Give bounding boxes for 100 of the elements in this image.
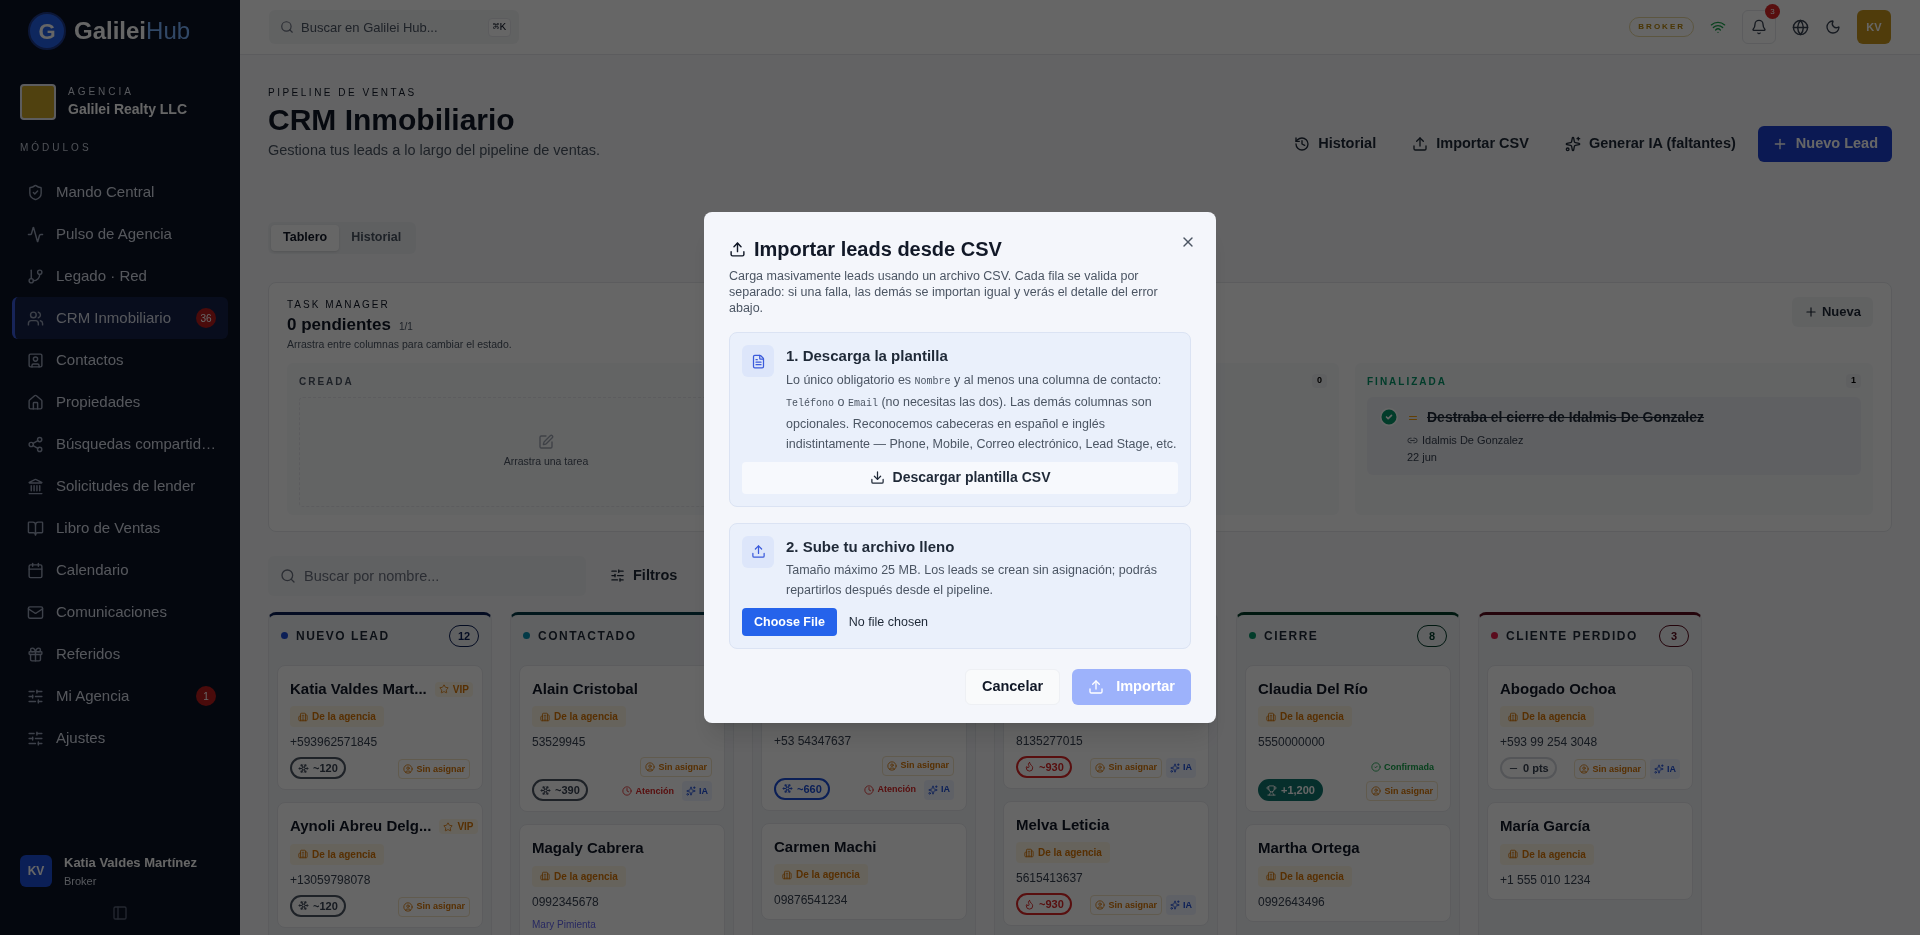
header-action-button[interactable]: Nuevo Lead: [1757, 125, 1892, 162]
score-badge: ~120: [290, 757, 346, 780]
lead-phone: 53529945: [532, 734, 587, 752]
score-badge: +1,200: [1258, 779, 1323, 802]
agency-tag: De la agencia: [532, 706, 626, 728]
pending-count: 0 pendientes: [287, 313, 391, 336]
task-column-count: 1: [1846, 374, 1861, 388]
stage-title: CIERRE: [1264, 627, 1319, 645]
lead-card[interactable]: Alain Cristobal De la agencia 53529945 ~390 Sin asignar Atención IA: [519, 664, 725, 813]
sidebar-item[interactable]: Búsquedas compartid…: [12, 423, 228, 465]
lead-card[interactable]: Melva Leticia De la agencia 5615413637 ~930 Sin asignar IA: [1003, 800, 1209, 927]
edit-icon: [538, 434, 554, 451]
user-avatar[interactable]: KV: [1857, 10, 1891, 44]
new-task-button[interactable]: Nueva: [1791, 296, 1873, 327]
step-title: 2. Sube tu archivo lleno: [786, 536, 956, 557]
sidebar-item[interactable]: Referidos: [12, 633, 228, 675]
upload-icon: [729, 240, 746, 258]
upload-icon: [1088, 679, 1105, 695]
status-badge: IA: [682, 781, 712, 802]
empty-hint: Arrastra una tarea: [503, 454, 589, 470]
task-column-count: 0: [1312, 374, 1327, 388]
building-icon: [782, 869, 792, 880]
lead-phone: +593 99 254 3048: [1500, 734, 1599, 752]
nav-icon: [27, 645, 44, 663]
person-icon: [1095, 762, 1106, 773]
sidebar-item[interactable]: Contactos: [12, 339, 228, 381]
star-icon: [443, 821, 454, 832]
sidebar-item[interactable]: Libro de Ventas: [12, 507, 228, 549]
person-icon: [887, 760, 898, 771]
view-tab[interactable]: Tablero: [271, 224, 340, 251]
agency-tag: De la agencia: [1500, 843, 1594, 865]
snowflake-icon: [782, 783, 793, 795]
lead-phone: 8135277015: [1016, 732, 1084, 750]
sparkles-icon: [1564, 135, 1581, 152]
header-action-button[interactable]: Generar IA (faltantes): [1550, 125, 1750, 162]
sidebar-item[interactable]: Propiedades: [12, 381, 228, 423]
lead-name: Carmen Machi: [774, 836, 877, 857]
clock-icon: [622, 786, 633, 797]
view-tab[interactable]: Historial: [339, 224, 414, 251]
sidebar-item[interactable]: Ajustes: [12, 717, 228, 759]
choose-file-button[interactable]: Choose File: [742, 608, 837, 636]
building-icon: [1266, 871, 1276, 882]
sidebar-item[interactable]: Solicitudes de lender: [12, 465, 228, 507]
agency-tag: De la agencia: [774, 864, 868, 886]
task-column-title: FINALIZADA: [1367, 374, 1447, 389]
task-contact: Idalmis De Gonzalez: [1422, 433, 1524, 448]
status-badge: IA: [1166, 895, 1196, 916]
sidebar-item[interactable]: Pulso de Agencia: [12, 213, 228, 255]
sidebar-item[interactable]: Comunicaciones: [12, 591, 228, 633]
lead-card[interactable]: María García De la agencia +1 555 010 1234: [1487, 802, 1693, 900]
page-subtitle: Gestiona tus leads a lo largo del pipeline de ventas.: [268, 141, 601, 160]
lead-name: Katia Valdes Mart...: [290, 678, 427, 699]
download-template-button[interactable]: Descargar plantilla CSV: [742, 461, 1178, 494]
sidebar-item[interactable]: Mando Central: [12, 171, 228, 213]
lead-card[interactable]: Katia Valdes Mart... VIP De la agencia +593962571845 ~120 Sin asignar: [277, 664, 483, 791]
task-card[interactable]: Destraba el cierre de Idalmis De Gonzalez Idalmis De Gonzalez 22 jun: [1367, 397, 1861, 475]
check-circle-icon[interactable]: [1379, 407, 1399, 427]
cancel-button[interactable]: Cancelar: [964, 669, 1061, 705]
lead-phone: +593962571845: [290, 734, 379, 752]
agency-tag: De la agencia: [1016, 842, 1110, 864]
status-badge: Sin asignar: [398, 896, 470, 917]
panel-label: TASK MANAGER: [287, 297, 391, 312]
lead-card[interactable]: Abogado Ochoa De la agencia +593 99 254 3048 0 pts Sin asignar IA: [1487, 664, 1693, 791]
agency-tag: De la agencia: [1500, 706, 1594, 728]
agency-tag: De la agencia: [290, 706, 384, 728]
lead-phone: +1 555 010 1234: [1500, 871, 1592, 889]
building-icon: [1266, 711, 1276, 722]
sidebar-item[interactable]: Calendario: [12, 549, 228, 591]
status-label: Atención: [860, 779, 920, 800]
agency-tag: De la agencia: [532, 865, 626, 887]
lead-phone: 0992345678: [532, 893, 600, 911]
lead-name: Alain Cristobal: [532, 678, 638, 699]
dark-mode-icon[interactable]: [1825, 19, 1841, 35]
vip-badge: VIP: [439, 819, 478, 834]
filters-button[interactable]: Filtros: [598, 555, 690, 596]
lead-phone: 5550000000: [1258, 734, 1326, 752]
language-icon[interactable]: [1792, 18, 1809, 36]
sidebar-item[interactable]: CRM Inmobiliario 36: [12, 297, 228, 339]
status-badge: IA: [1166, 757, 1196, 778]
lead-card[interactable]: Carmen Machi De la agencia 09876541234: [761, 822, 967, 921]
logo-suffix: Hub: [146, 16, 191, 46]
lead-card[interactable]: Magaly Cabrera De la agencia 0992345678 Mary Pimienta: [519, 824, 725, 935]
nav-icon: [27, 351, 44, 369]
building-icon: [1508, 711, 1518, 722]
person-icon: [403, 901, 414, 912]
agency-tag: De la agencia: [290, 843, 384, 865]
sidebar-item[interactable]: Legado · Red: [12, 255, 228, 297]
lead-card[interactable]: Aynoli Abreu Delg... VIP De la agencia +13059798078 ~120 Sin asignar: [277, 802, 483, 928]
sidebar-item[interactable]: Mi Agencia 1: [12, 675, 228, 717]
logo-name: Galilei: [74, 16, 147, 46]
status-label: Confirmada: [1367, 757, 1438, 778]
building-icon: [540, 871, 550, 882]
file-status: No file chosen: [848, 613, 929, 631]
person-icon: [403, 764, 414, 775]
header-action-button[interactable]: Importar CSV: [1398, 125, 1543, 162]
stage-title: CONTACTADO: [538, 627, 637, 645]
lead-card[interactable]: Claudia Del Río De la agencia 5550000000 +1,200 Confirmada Sin asignar: [1245, 664, 1451, 813]
lead-card[interactable]: Martha Ortega De la agencia 0992643496: [1245, 824, 1451, 922]
header-action-button[interactable]: Historial: [1280, 125, 1391, 162]
building-icon: [540, 711, 550, 722]
